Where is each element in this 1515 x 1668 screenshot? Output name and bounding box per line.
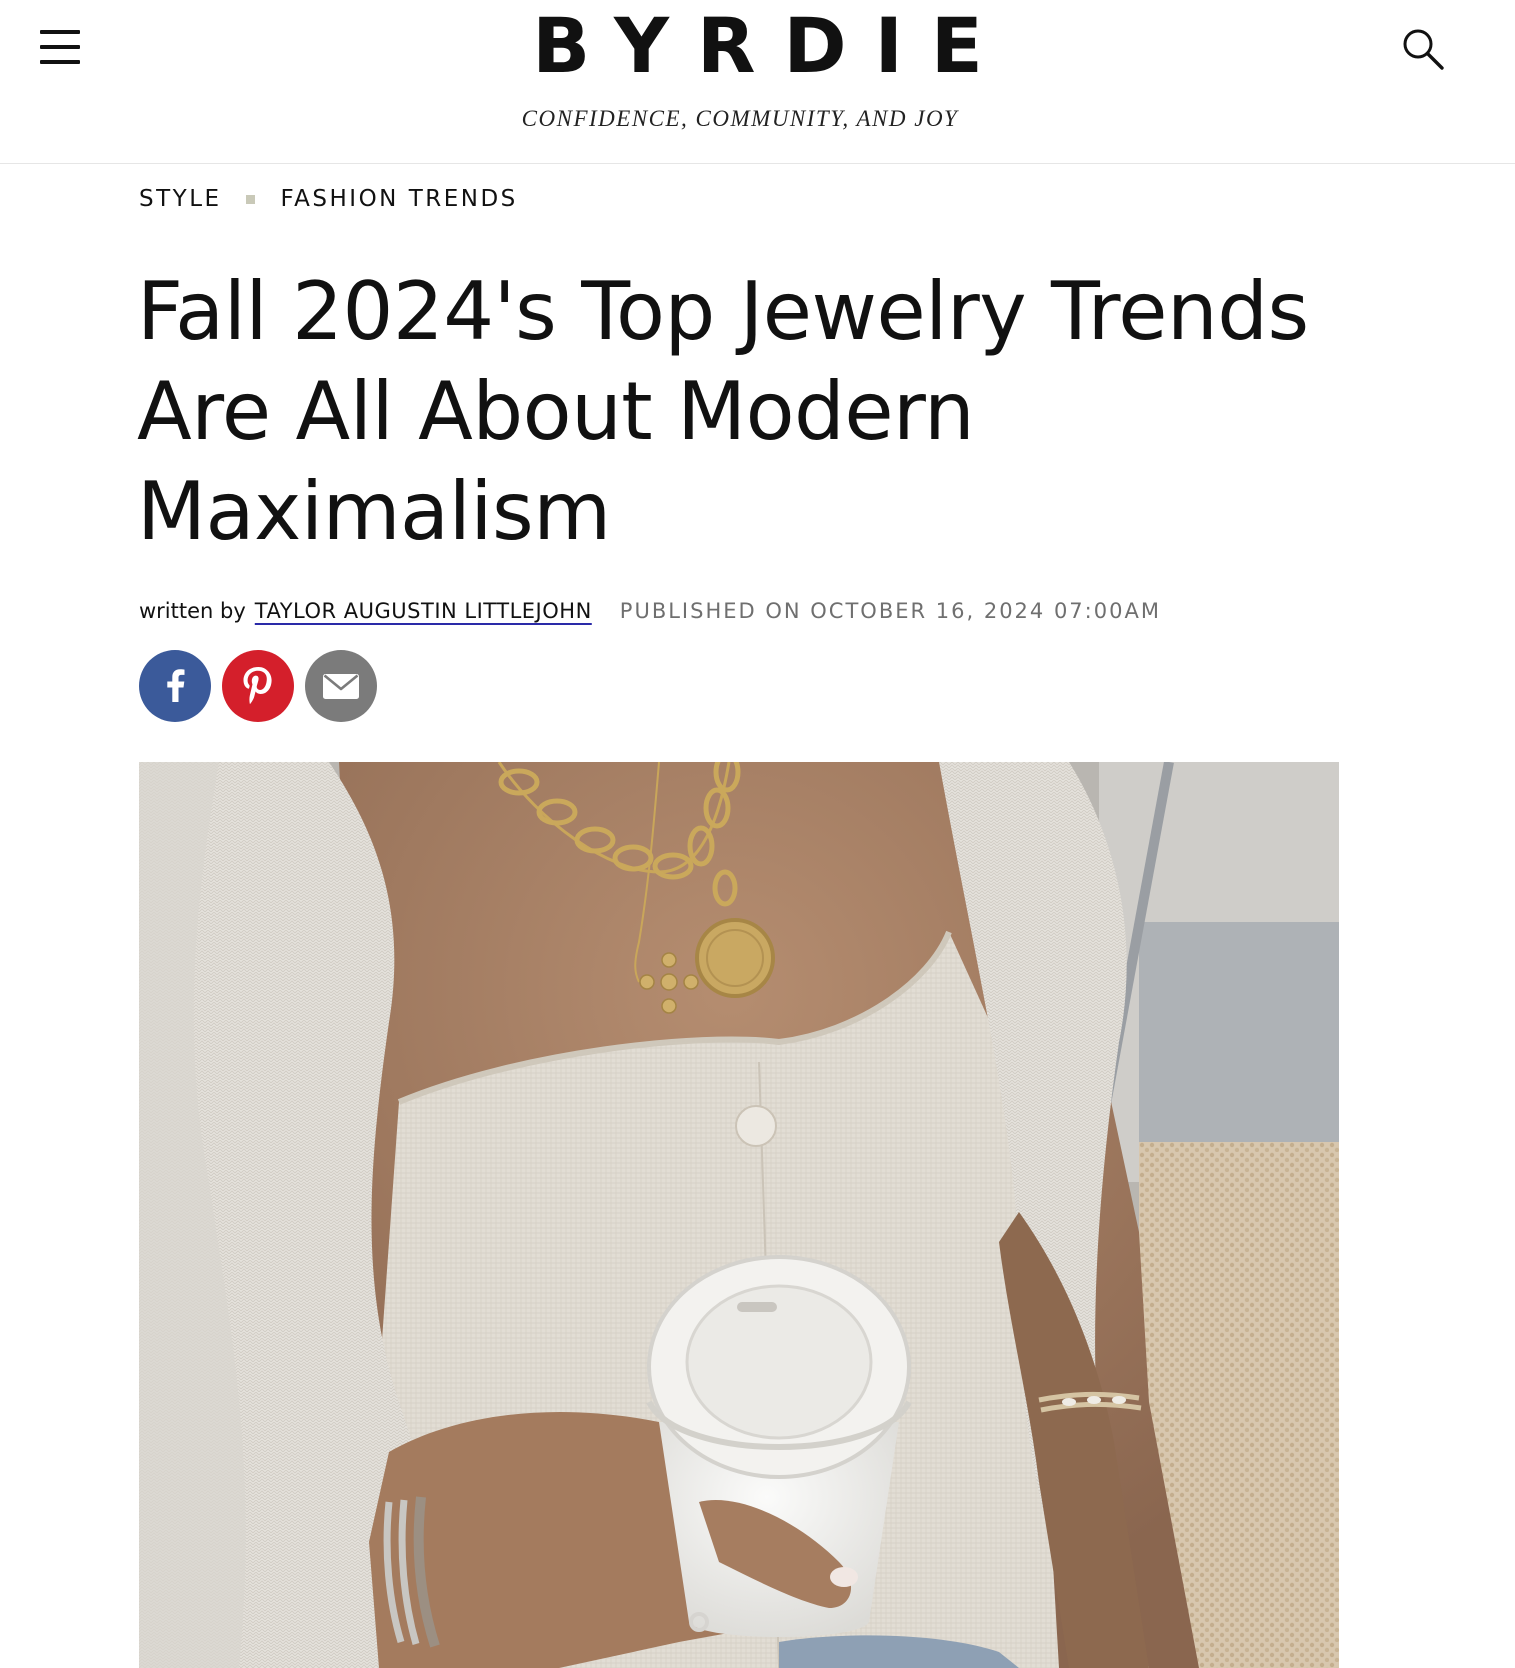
publish-date: PUBLISHED ON OCTOBER 16, 2024 07:00AM xyxy=(619,599,1161,623)
facebook-share-button[interactable] xyxy=(139,650,211,722)
email-icon xyxy=(323,674,359,699)
share-buttons xyxy=(139,650,388,722)
author-link[interactable]: TAYLOR AUGUSTIN LITTLEJOHN xyxy=(255,599,592,623)
site-tagline: CONFIDENCE, COMMUNITY, AND JOY xyxy=(521,106,959,131)
breadcrumb: STYLE FASHION TRENDS xyxy=(139,184,518,214)
site-logo[interactable]: BYRDIE xyxy=(0,6,1515,86)
byline-prefix: written by xyxy=(139,599,246,623)
pinterest-share-button[interactable] xyxy=(222,650,294,722)
site-header: BYRDIE CONFIDENCE, COMMUNITY, AND JOY xyxy=(0,0,1515,164)
hero-photo xyxy=(139,762,1339,1668)
pinterest-icon xyxy=(243,667,272,704)
breadcrumb-link-fashion-trends[interactable]: FASHION TRENDS xyxy=(281,186,518,212)
breadcrumb-separator xyxy=(245,194,255,204)
search-icon[interactable] xyxy=(1400,26,1446,72)
breadcrumb-link-style[interactable]: STYLE xyxy=(139,186,222,212)
article-byline: written by TAYLOR AUGUSTIN LITTLEJOHN PU… xyxy=(139,596,1161,626)
email-share-button[interactable] xyxy=(305,650,377,722)
facebook-icon xyxy=(167,669,185,702)
article-title: Fall 2024's Top Jewelry Trends Are All A… xyxy=(137,265,1309,558)
